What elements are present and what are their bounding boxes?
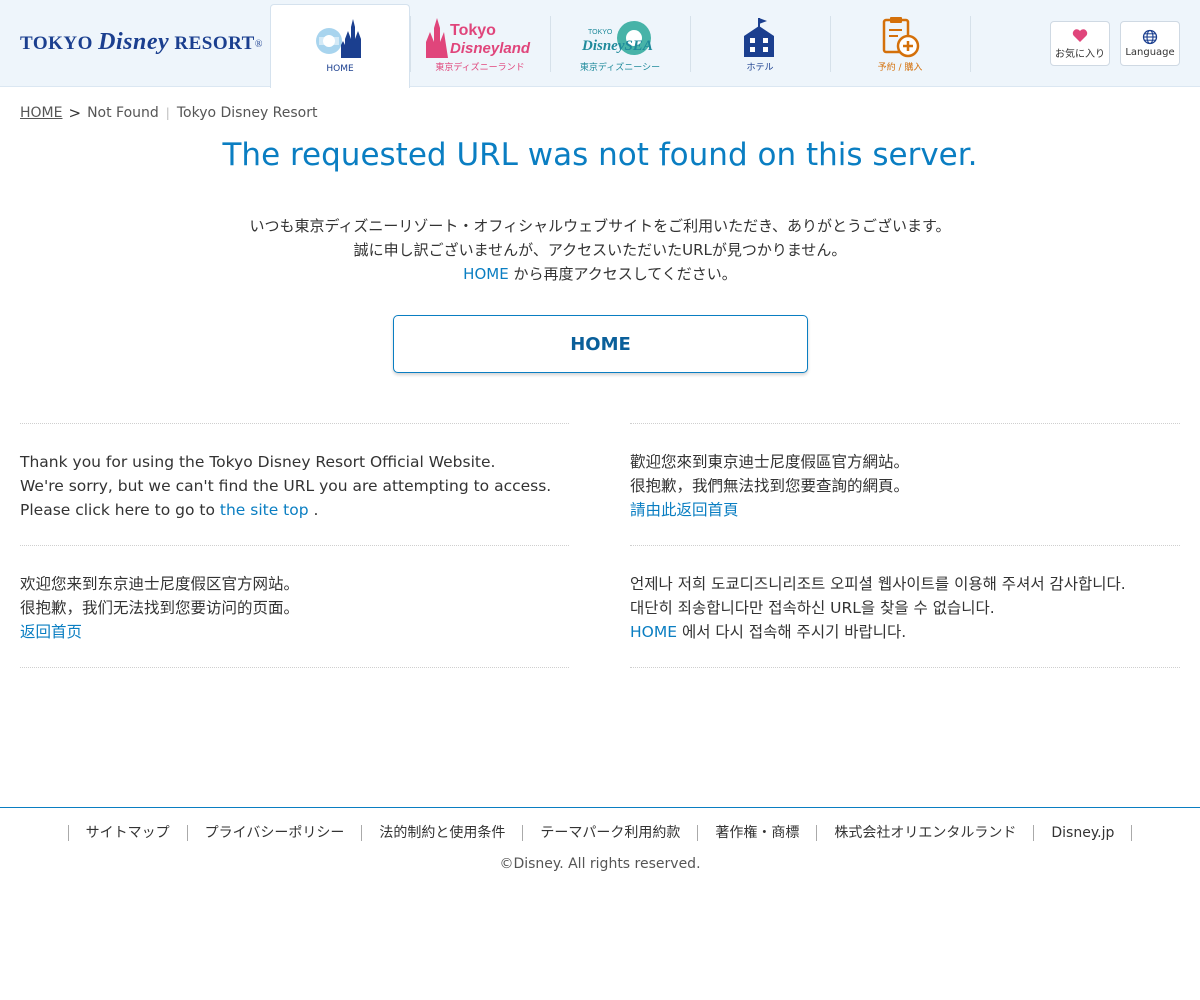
language-label: Language <box>1125 47 1175 58</box>
tab-label: HOME <box>326 64 354 74</box>
tab-label: 東京ディズニーシー <box>579 63 661 73</box>
ko-line-2: 대단히 죄송합니다만 접속하신 URL을 찾을 수 없습니다. <box>630 599 995 617</box>
sc-line-2: 很抱歉，我们无法找到您要访问的页面。 <box>20 599 300 617</box>
reservation-icon <box>830 16 970 58</box>
sc-line-1: 欢迎您来到东京迪士尼度假区官方网站。 <box>20 575 300 593</box>
page-title: The requested URL was not found on this … <box>222 137 978 173</box>
footer-divider <box>0 807 1200 808</box>
footer-link-park-terms[interactable]: テーマパーク利用約款 <box>522 825 697 841</box>
message-english: Thank you for using the Tokyo Disney Res… <box>20 450 551 522</box>
hotel-icon <box>690 16 830 58</box>
breadcrumb: HOME > Not Found | Tokyo Disney Resort <box>20 104 318 122</box>
breadcrumb-separator: > <box>68 104 82 122</box>
message-korean: 언제나 저희 도쿄디즈니리조트 오피셜 웹사이트를 이용해 주셔서 감사합니다.… <box>630 572 1126 644</box>
message-line-3: HOME から再度アクセスしてください。 <box>0 262 1200 286</box>
favorites-label: お気に入り <box>1055 48 1105 60</box>
home-button[interactable]: HOME <box>393 315 808 373</box>
tab-reservation[interactable]: 予約 / 購入 <box>830 4 971 87</box>
message-home-link[interactable]: HOME <box>463 265 509 283</box>
site-header: TOKYO Disney RESORT® HOME Tokyo Disneyla… <box>0 0 1200 88</box>
divider <box>20 545 569 546</box>
tc-line-1: 歡迎您來到東京迪士尼度假區官方網站。 <box>630 453 910 471</box>
tab-home[interactable]: HOME <box>270 4 410 88</box>
logo-line-tokyo: Tokyo <box>450 22 496 39</box>
footer-link-legal-terms[interactable]: 法的制約と使用条件 <box>361 825 522 841</box>
english-line-3: Please click here to go to the site top … <box>20 501 319 519</box>
message-line-2: 誠に申し訳ございませんが、アクセスいただいたURLが見つかりません。 <box>353 241 847 259</box>
logo-line-tokyo: TOKYO <box>588 29 613 36</box>
castle-icon <box>271 17 409 59</box>
favorites-button[interactable]: お気に入り <box>1050 21 1110 66</box>
message-simplified-chinese: 欢迎您来到东京迪士尼度假区官方网站。 很抱歉，我们无法找到您要访问的页面。 返回… <box>20 572 299 644</box>
tokyo-disneyland-logo: Tokyo Disneyland <box>410 16 550 60</box>
footer-link-copyright-trademark[interactable]: 著作権・商標 <box>697 825 816 841</box>
footer-links: サイトマップ プライバシーポリシー 法的制約と使用条件 テーマパーク利用約款 著… <box>0 825 1200 841</box>
message-line-3-text: から再度アクセスしてください。 <box>508 265 737 283</box>
footer-link-privacy-policy[interactable]: プライバシーポリシー <box>186 825 362 841</box>
tab-label: ホテル <box>746 63 774 73</box>
ko-line-1: 언제나 저희 도쿄디즈니리조트 오피셜 웹사이트를 이용해 주셔서 감사합니다. <box>630 575 1126 593</box>
footer-link-sitemap[interactable]: サイトマップ <box>67 825 187 841</box>
footer-link-disney-jp[interactable]: Disney.jp <box>1033 825 1133 841</box>
message-line-1: いつも東京ディズニーリゾート・オフィシャルウェブサイトをご利用いただき、ありがと… <box>249 217 951 235</box>
logo-line-disneysea: DisneySEA <box>581 38 653 54</box>
breadcrumb-divider: | <box>165 106 170 120</box>
breadcrumb-site: Tokyo Disney Resort <box>176 105 318 121</box>
breadcrumb-current: Not Found <box>87 105 159 121</box>
heart-icon <box>1072 28 1088 42</box>
globe-icon <box>1142 29 1158 45</box>
tab-tokyo-disneyland[interactable]: Tokyo Disneyland 東京ディズニーランド <box>410 4 550 87</box>
copyright: ©Disney. All rights reserved. <box>499 856 701 872</box>
tab-label: 予約 / 購入 <box>877 63 923 73</box>
ko-line-3: HOME 에서 다시 접속해 주시기 바랍니다. <box>630 623 907 641</box>
tokyo-disney-resort-logo[interactable]: TOKYO Disney RESORT® <box>20 26 263 58</box>
divider <box>20 667 569 668</box>
divider <box>20 423 569 424</box>
divider <box>630 423 1180 424</box>
footer-link-oriental-land[interactable]: 株式会社オリエンタルランド <box>816 825 1033 841</box>
tc-line-2: 很抱歉，我們無法找到您要查詢的網頁。 <box>630 477 910 495</box>
sc-home-link[interactable]: 返回首页 <box>20 623 82 641</box>
tokyo-disneysea-logo: TOKYO DisneySEA <box>550 16 690 60</box>
english-site-top-link[interactable]: the site top <box>220 501 309 519</box>
breadcrumb-home-link[interactable]: HOME <box>20 105 62 121</box>
ko-home-link[interactable]: HOME <box>630 623 677 641</box>
divider <box>630 667 1180 668</box>
divider <box>630 545 1180 546</box>
tc-home-link[interactable]: 請由此返回首頁 <box>630 501 739 519</box>
message-traditional-chinese: 歡迎您來到東京迪士尼度假區官方網站。 很抱歉，我們無法找到您要查詢的網頁。 請由… <box>630 450 909 522</box>
english-line-2: We're sorry, but we can't find the URL y… <box>20 477 552 495</box>
language-button[interactable]: Language <box>1120 21 1180 66</box>
english-line-1: Thank you for using the Tokyo Disney Res… <box>20 453 496 471</box>
tab-hotel[interactable]: ホテル <box>690 4 830 87</box>
logo-line-disneyland: Disneyland <box>450 40 531 57</box>
logo-text: TOKYO Disney RESORT® <box>20 28 263 55</box>
message-japanese: いつも東京ディズニーリゾート・オフィシャルウェブサイトをご利用いただき、ありがと… <box>0 214 1200 286</box>
tab-tokyo-disneysea[interactable]: TOKYO DisneySEA 東京ディズニーシー <box>550 4 690 87</box>
tab-label: 東京ディズニーランド <box>435 63 525 73</box>
main-navigation: HOME Tokyo Disneyland 東京ディズニーランド TOKYO D… <box>270 4 971 88</box>
